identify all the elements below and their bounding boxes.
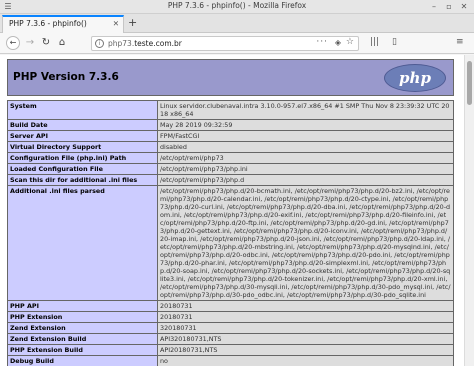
table-row: Debug Build no [7, 355, 454, 366]
url-bar[interactable]: i php73.teste.com.br ··· ◈ ☆ [91, 36, 359, 51]
row-key: Server API [7, 130, 158, 142]
row-value: /etc/opt/remi/php73/php.d [157, 174, 454, 186]
row-value: 20180731 [157, 300, 454, 312]
row-value: FPM/FastCGI [157, 130, 454, 142]
row-key: Virtual Directory Support [7, 141, 158, 153]
row-key: Build Date [7, 119, 158, 131]
row-value: 320180731 [157, 322, 454, 334]
title-bar: PHP 7.3.6 - phpinfo() - Mozilla Firefox … [0, 0, 474, 14]
php-logo-text: php [399, 69, 431, 87]
table-row: PHP Extension Build API20180731,NTS [7, 344, 454, 356]
row-value: no [157, 355, 454, 366]
table-row: Additional .ini files parsed/etc/opt/rem… [7, 185, 454, 301]
page-content: PHP Version 7.3.6 php System Linux servid… [0, 55, 464, 366]
hamburger-menu-icon[interactable]: ≡ [456, 37, 464, 47]
url-text[interactable]: php73.teste.com.br [108, 39, 182, 48]
php-version-header: PHP Version 7.3.6 php [7, 59, 454, 96]
php-info-table: System Linux servidor.clubenaval.intra 3.… [7, 100, 454, 366]
table-row: PHP API 20180731 [7, 300, 454, 312]
row-key: Additional .ini files parsed [7, 185, 158, 301]
row-value: /etc/opt/remi/php73/php.ini [157, 163, 454, 175]
table-row: Server API FPM/FastCGI [7, 130, 454, 142]
url-domain: teste.com.br [134, 39, 182, 48]
row-key: Configuration File (php.ini) Path [7, 152, 158, 164]
row-value: API320180731,NTS [157, 333, 454, 345]
url-subdomain: php73. [108, 39, 135, 48]
sidebar-icon[interactable]: ▯ [392, 37, 397, 47]
table-row: Configuration File (php.ini) Path/etc/op… [7, 152, 454, 164]
row-key: Loaded Configuration File [7, 163, 158, 175]
back-arrow-icon[interactable]: ← [6, 36, 20, 50]
row-value: /etc/opt/remi/php73 [157, 152, 454, 164]
minimize-icon[interactable]: – [428, 1, 440, 12]
row-value: 20180731 [157, 311, 454, 323]
row-value: disabled [157, 141, 454, 153]
row-key: Scan this dir for additional .ini files [7, 174, 158, 186]
php-version-title: PHP Version 7.3.6 [13, 71, 119, 83]
maximize-icon[interactable]: ▫ [443, 1, 455, 12]
row-key: System [7, 100, 158, 120]
page-actions-icon[interactable]: ··· [316, 37, 328, 47]
table-row: Zend Extension Build API320180731,NTS [7, 333, 454, 345]
tab-phpinfo[interactable]: PHP 7.3.6 - phpinfo() ✕ [2, 15, 124, 33]
window-menu-icon[interactable]: ☰ [2, 1, 14, 12]
table-row: Scan this dir for additional .ini files /… [7, 174, 454, 186]
row-value: Linux servidor.clubenaval.intra 3.10.0-9… [157, 100, 454, 120]
scrollbar-thumb[interactable] [467, 61, 472, 105]
table-row: Virtual Directory Support disabled [7, 141, 454, 153]
row-value: API20180731,NTS [157, 344, 454, 356]
vertical-scrollbar[interactable] [464, 55, 474, 366]
bookmark-star-icon[interactable]: ☆ [346, 37, 354, 47]
close-window-icon[interactable]: ✕ [458, 1, 470, 12]
row-value: May 28 2019 09:32:59 [157, 119, 454, 131]
row-key: PHP Extension Build [7, 344, 158, 356]
window-title: PHP 7.3.6 - phpinfo() - Mozilla Firefox [167, 1, 307, 10]
row-key: Debug Build [7, 355, 158, 366]
site-info-icon[interactable]: i [95, 39, 104, 48]
tab-label: PHP 7.3.6 - phpinfo() [9, 19, 87, 28]
tab-close-icon[interactable]: ✕ [113, 19, 119, 28]
table-row: Loaded Configuration File/etc/opt/remi/p… [7, 163, 454, 175]
forward-arrow-icon[interactable]: → [23, 36, 37, 50]
tab-strip: PHP 7.3.6 - phpinfo() ✕ + [0, 14, 474, 33]
library-icon[interactable]: ||| [370, 37, 379, 47]
row-value: /etc/opt/remi/php73/php.d/20-bcmath.ini,… [157, 185, 454, 301]
table-row: Build Date May 28 2019 09:32:59 [7, 119, 454, 131]
browser-window: PHP 7.3.6 - phpinfo() - Mozilla Firefox … [0, 0, 474, 366]
home-icon[interactable]: ⌂ [55, 36, 69, 50]
table-row: System Linux servidor.clubenaval.intra 3.… [7, 100, 454, 120]
navigation-toolbar: ← → ↻ ⌂ i php73.teste.com.br ··· ◈ ☆ |||… [0, 33, 474, 54]
row-key: Zend Extension Build [7, 333, 158, 345]
row-key: PHP Extension [7, 311, 158, 323]
php-logo: php [384, 64, 446, 92]
reload-icon[interactable]: ↻ [39, 36, 53, 50]
table-row: PHP Extension 20180731 [7, 311, 454, 323]
table-row: Zend Extension 320180731 [7, 322, 454, 334]
pocket-icon[interactable]: ◈ [335, 38, 341, 47]
new-tab-icon[interactable]: + [128, 16, 137, 29]
row-key: Zend Extension [7, 322, 158, 334]
row-key: PHP API [7, 300, 158, 312]
